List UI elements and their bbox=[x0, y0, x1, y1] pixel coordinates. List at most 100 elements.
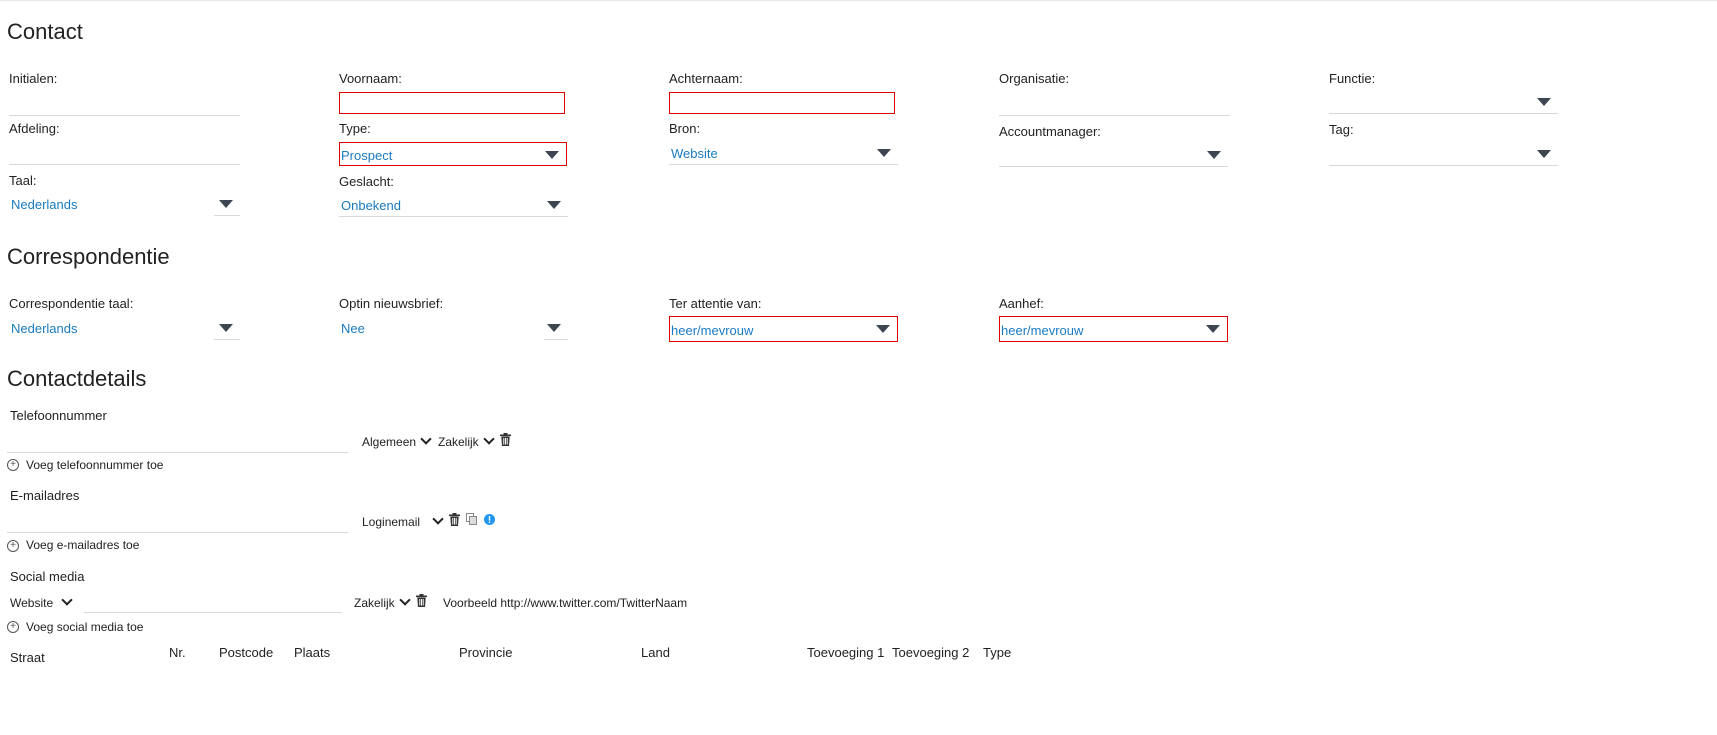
field-functie: Functie: bbox=[1326, 70, 1576, 118]
chevron-down-icon bbox=[61, 594, 73, 606]
chevron-down-icon bbox=[1537, 98, 1551, 106]
header-land: Land bbox=[641, 645, 670, 660]
header-postcode: Postcode bbox=[219, 645, 274, 660]
chevron-down-icon bbox=[399, 594, 411, 606]
header-straat: Straat bbox=[10, 650, 45, 665]
telefoon-input[interactable] bbox=[7, 452, 348, 453]
email-type-select[interactable]: Loginemail bbox=[362, 513, 444, 529]
field-aanhef: Aanhef: heer/mevrouw bbox=[996, 295, 1246, 343]
field-achternaam: Achternaam: bbox=[666, 70, 916, 116]
bron-label: Bron: bbox=[669, 121, 701, 136]
header-toevoeging1: Toevoeging 1 bbox=[807, 645, 885, 660]
telefoon-label: Telefoonnummer bbox=[10, 408, 107, 423]
copy-icon[interactable] bbox=[466, 513, 477, 525]
field-voornaam: Voornaam: bbox=[336, 70, 586, 116]
aanhef-value: heer/mevrouw bbox=[1001, 323, 1084, 338]
field-tag: Tag: bbox=[1326, 121, 1576, 169]
field-accountmanager: Accountmanager: bbox=[996, 123, 1246, 169]
top-divider bbox=[0, 0, 1717, 1]
chevron-down-icon bbox=[432, 513, 444, 525]
field-optin: Optin nieuwsbrief: Nee bbox=[336, 295, 586, 341]
bron-value: Website bbox=[671, 146, 718, 161]
taal-value: Nederlands bbox=[11, 197, 78, 212]
geslacht-select[interactable]: Onbekend bbox=[339, 193, 568, 217]
trash-icon[interactable] bbox=[500, 433, 511, 446]
afdeling-label: Afdeling: bbox=[9, 121, 60, 136]
type-label: Type: bbox=[339, 121, 371, 136]
add-circle-icon[interactable]: + bbox=[7, 540, 19, 552]
section-title-correspondentie: Correspondentie bbox=[7, 244, 170, 269]
select-underline bbox=[544, 339, 568, 340]
aanhef-label: Aanhef: bbox=[999, 296, 1044, 311]
optin-value: Nee bbox=[341, 321, 365, 336]
social-type-select[interactable]: Website bbox=[10, 594, 73, 610]
voornaam-input[interactable] bbox=[339, 92, 565, 114]
trash-icon[interactable] bbox=[449, 513, 460, 526]
type-select[interactable]: Prospect bbox=[339, 142, 567, 166]
field-taal: Taal: Nederlands bbox=[6, 172, 256, 218]
chevron-down-icon bbox=[1537, 150, 1551, 158]
field-type: Type: Prospect bbox=[336, 120, 586, 168]
add-circle-icon[interactable]: + bbox=[7, 621, 19, 633]
social-label: Social media bbox=[10, 569, 85, 584]
trash-icon[interactable] bbox=[416, 594, 427, 607]
correspondentie-taal-value: Nederlands bbox=[11, 321, 78, 336]
chevron-down-icon bbox=[547, 201, 561, 209]
attentie-select[interactable]: heer/mevrouw bbox=[669, 316, 898, 342]
telefoon-category-value: Zakelijk bbox=[438, 435, 479, 449]
chevron-down-icon bbox=[876, 325, 890, 333]
accountmanager-select[interactable] bbox=[999, 143, 1228, 167]
aanhef-select[interactable]: heer/mevrouw bbox=[999, 316, 1228, 342]
afdeling-input[interactable] bbox=[9, 141, 240, 165]
chevron-down-icon bbox=[1207, 151, 1221, 159]
add-email-link[interactable]: Voeg e-mailadres toe bbox=[26, 538, 139, 552]
add-circle-icon[interactable]: + bbox=[7, 459, 19, 471]
tag-select[interactable] bbox=[1329, 142, 1558, 166]
organisatie-input[interactable] bbox=[999, 92, 1230, 116]
social-url-input[interactable] bbox=[84, 612, 342, 613]
correspondentie-taal-select[interactable]: Nederlands bbox=[9, 316, 240, 340]
header-provincie: Provincie bbox=[459, 645, 513, 660]
geslacht-label: Geslacht: bbox=[339, 174, 394, 189]
field-bron: Bron: Website bbox=[666, 120, 916, 168]
achternaam-input[interactable] bbox=[669, 92, 895, 114]
telefoon-type-value: Algemeen bbox=[362, 435, 417, 449]
chevron-down-icon bbox=[547, 324, 561, 332]
social-type-value: Website bbox=[10, 596, 54, 610]
info-icon[interactable] bbox=[484, 514, 495, 525]
telefoon-category-select[interactable]: Zakelijk bbox=[438, 433, 495, 449]
email-input[interactable] bbox=[7, 532, 348, 533]
bron-select[interactable]: Website bbox=[669, 141, 898, 165]
chevron-down-icon bbox=[545, 151, 559, 159]
correspondentie-taal-label: Correspondentie taal: bbox=[9, 296, 134, 311]
tag-label: Tag: bbox=[1329, 122, 1354, 137]
accountmanager-label: Accountmanager: bbox=[999, 124, 1101, 139]
email-type-value: Loginemail bbox=[362, 515, 421, 529]
social-category-select[interactable]: Zakelijk bbox=[354, 594, 411, 610]
taal-select[interactable]: Nederlands bbox=[9, 192, 240, 216]
email-label: E-mailadres bbox=[10, 488, 80, 503]
functie-label: Functie: bbox=[1329, 71, 1376, 86]
functie-select[interactable] bbox=[1329, 90, 1558, 114]
geslacht-value: Onbekend bbox=[341, 198, 401, 213]
telefoon-type-select[interactable]: Algemeen bbox=[362, 433, 432, 449]
field-organisatie: Organisatie: bbox=[996, 70, 1246, 118]
select-underline bbox=[214, 339, 240, 340]
initialen-input[interactable] bbox=[9, 92, 240, 116]
initialen-label: Initialen: bbox=[9, 71, 58, 86]
add-telefoon-link[interactable]: Voeg telefoonnummer toe bbox=[26, 458, 163, 472]
header-plaats: Plaats bbox=[294, 645, 331, 660]
chevron-down-icon bbox=[483, 433, 495, 445]
type-value: Prospect bbox=[341, 148, 393, 163]
chevron-down-icon bbox=[219, 324, 233, 332]
attentie-label: Ter attentie van: bbox=[669, 296, 762, 311]
header-type: Type bbox=[983, 645, 1012, 660]
attentie-value: heer/mevrouw bbox=[671, 323, 754, 338]
section-title-contact: Contact bbox=[7, 19, 83, 44]
voornaam-label: Voornaam: bbox=[339, 71, 402, 86]
optin-select[interactable]: Nee bbox=[339, 316, 568, 340]
optin-label: Optin nieuwsbrief: bbox=[339, 296, 444, 311]
chevron-down-icon bbox=[877, 149, 891, 157]
add-social-link[interactable]: Voeg social media toe bbox=[26, 620, 143, 634]
social-category-value: Zakelijk bbox=[354, 596, 395, 610]
